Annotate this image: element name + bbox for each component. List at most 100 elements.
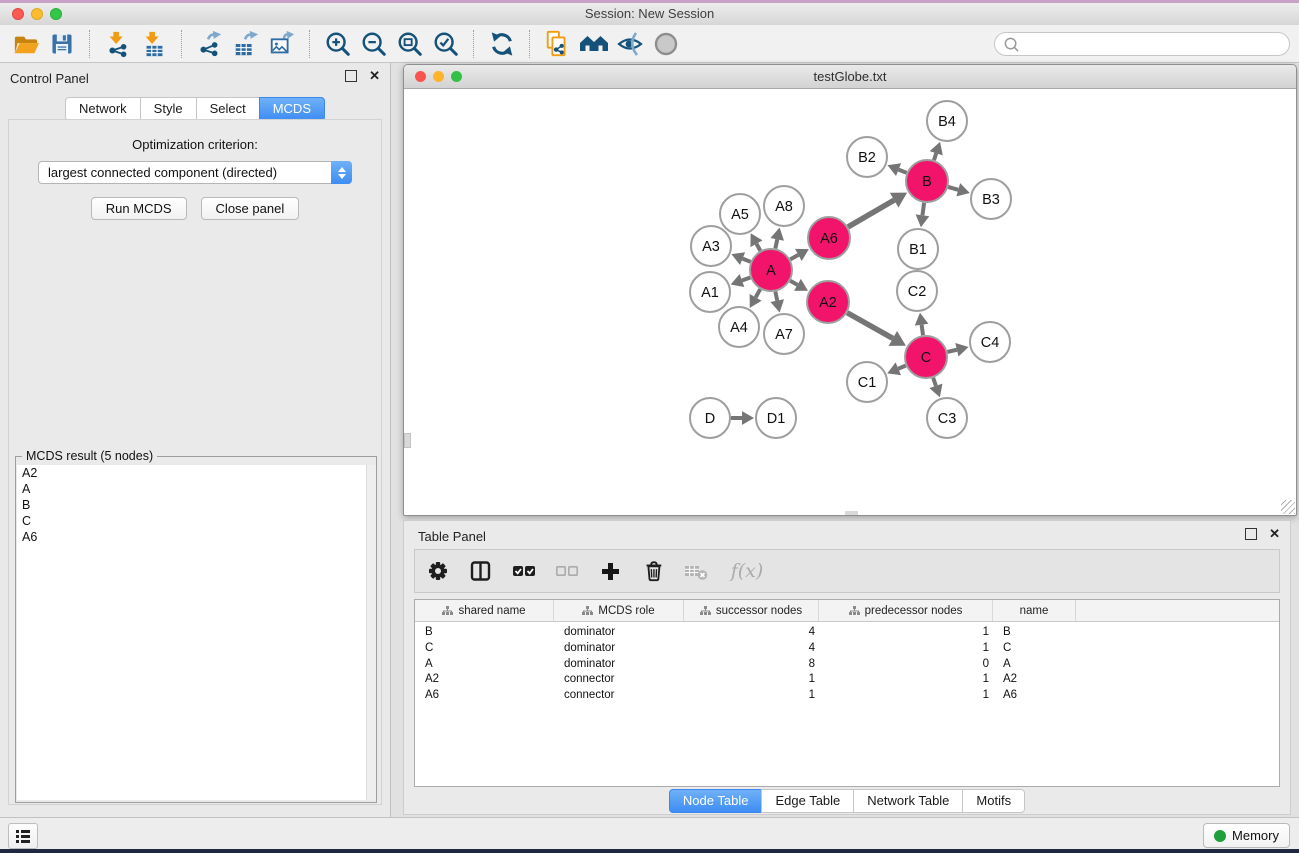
result-item[interactable]: B (17, 497, 375, 513)
column-header-MCDS-role[interactable]: MCDS role (554, 600, 684, 621)
export-network-button[interactable] (192, 28, 228, 60)
search-input[interactable] (1024, 36, 1289, 52)
table-row[interactable]: A2connector11A2 (415, 672, 1279, 688)
tab-edge-table[interactable]: Edge Table (761, 789, 854, 813)
table-cell[interactable]: A2 (415, 672, 554, 688)
table-row[interactable]: Adominator80A (415, 657, 1279, 673)
show-hide-panel-button[interactable] (648, 28, 684, 60)
network-view-window[interactable]: testGlobe.txt B4B2BB3A8A5A6A3B1AC2A1A2A4… (403, 64, 1297, 516)
table-cell[interactable]: A (993, 657, 1076, 673)
table-cell[interactable]: B (993, 625, 1076, 641)
table-cell[interactable]: A6 (993, 688, 1076, 704)
table-row[interactable]: Bdominator41B (415, 625, 1279, 641)
mcds-result-list[interactable]: A2ABCA6 (17, 465, 375, 800)
table-cell[interactable]: dominator (554, 625, 684, 641)
edge-A-A8[interactable] (775, 239, 777, 248)
import-network-button[interactable] (100, 28, 136, 60)
memory-button[interactable]: Memory (1203, 823, 1290, 848)
edge-C-C4[interactable] (947, 350, 956, 352)
column-header-name[interactable]: name (993, 600, 1076, 621)
export-table-button[interactable] (228, 28, 264, 60)
tab-node-table[interactable]: Node Table (669, 789, 763, 813)
new-network-from-selection-button[interactable] (540, 28, 576, 60)
criterion-select[interactable]: largest connected component (directed) (38, 161, 352, 184)
zoom-in-button[interactable] (320, 28, 356, 60)
zoom-selected-button[interactable] (428, 28, 464, 60)
table-cell[interactable]: dominator (554, 641, 684, 657)
edge-B-B4[interactable] (934, 153, 936, 160)
open-session-button[interactable] (8, 28, 44, 60)
network-graph[interactable]: B4B2BB3A8A5A6A3B1AC2A1A2A4A7C4CC1C3DD1 (404, 88, 1296, 515)
edge-A2-C[interactable] (847, 313, 893, 339)
zoom-window-button[interactable] (50, 8, 62, 20)
table-cell[interactable]: 1 (684, 672, 819, 688)
save-session-button[interactable] (44, 28, 80, 60)
table-cell[interactable]: B (415, 625, 554, 641)
column-header-shared-name[interactable]: shared name (415, 600, 554, 621)
column-visibility-button[interactable] (468, 558, 494, 584)
edge-A-A3[interactable] (743, 259, 751, 262)
network-window-titlebar[interactable]: testGlobe.txt (404, 65, 1296, 89)
edge-A-A4[interactable] (756, 289, 761, 297)
network-zoom-button[interactable] (451, 71, 462, 82)
zoom-out-button[interactable] (356, 28, 392, 60)
float-panel-icon[interactable] (1245, 528, 1257, 540)
network-close-button[interactable] (415, 71, 426, 82)
tab-network[interactable]: Network (65, 97, 141, 121)
column-header-successor-nodes[interactable]: successor nodes (684, 600, 819, 621)
result-item[interactable]: A6 (17, 529, 375, 545)
delete-table-button[interactable] (683, 558, 709, 584)
table-cell[interactable]: A2 (993, 672, 1076, 688)
close-panel-button[interactable]: Close panel (201, 197, 300, 220)
table-row[interactable]: Cdominator41C (415, 641, 1279, 657)
result-item[interactable]: A (17, 481, 375, 497)
result-item[interactable]: A2 (17, 465, 375, 481)
table-cell[interactable]: 1 (819, 625, 993, 641)
tab-mcds[interactable]: MCDS (259, 97, 325, 121)
edge-A-A5[interactable] (756, 244, 760, 251)
table-settings-button[interactable] (425, 558, 451, 584)
edge-B-B2[interactable] (899, 170, 907, 173)
tab-network-table[interactable]: Network Table (853, 789, 963, 813)
edge-B-B3[interactable] (948, 187, 958, 190)
run-mcds-button[interactable]: Run MCDS (91, 197, 187, 220)
window-resize-grip[interactable] (1281, 500, 1295, 514)
column-header-predecessor-nodes[interactable]: predecessor nodes (819, 600, 993, 621)
edge-A6-B[interactable] (848, 200, 894, 227)
table-cell[interactable]: A6 (415, 688, 554, 704)
table-cell[interactable]: connector (554, 672, 684, 688)
table-cell[interactable]: 1 (819, 641, 993, 657)
select-all-button[interactable] (511, 558, 537, 584)
table-cell[interactable]: 1 (819, 688, 993, 704)
search-field[interactable] (994, 32, 1290, 56)
graphics-details-button[interactable] (612, 28, 648, 60)
close-panel-icon[interactable]: ✕ (369, 70, 380, 82)
edge-B-B1[interactable] (922, 203, 924, 215)
float-panel-icon[interactable] (345, 70, 357, 82)
table-cell[interactable]: 4 (684, 625, 819, 641)
main-titlebar[interactable]: Session: New Session (0, 3, 1299, 26)
edge-A-A6[interactable] (790, 255, 798, 259)
deselect-all-button[interactable] (554, 558, 580, 584)
node-table[interactable]: shared nameMCDS rolesuccessor nodesprede… (414, 599, 1280, 787)
network-minimize-button[interactable] (433, 71, 444, 82)
edge-A-A2[interactable] (790, 281, 797, 285)
canvas-vscroll-thumb[interactable] (404, 433, 411, 448)
tab-motifs[interactable]: Motifs (962, 789, 1025, 813)
refresh-button[interactable] (484, 28, 520, 60)
table-cell[interactable]: 0 (819, 657, 993, 673)
canvas-hscroll-thumb[interactable] (845, 511, 858, 515)
table-cell[interactable]: 4 (684, 641, 819, 657)
table-row[interactable]: A6connector11A6 (415, 688, 1279, 704)
edge-C-C1[interactable] (898, 366, 905, 369)
edge-A-A7[interactable] (775, 292, 777, 301)
tab-style[interactable]: Style (140, 97, 197, 121)
minimize-window-button[interactable] (31, 8, 43, 20)
table-cell[interactable]: A (415, 657, 554, 673)
table-cell[interactable]: connector (554, 688, 684, 704)
zoom-fit-button[interactable] (392, 28, 428, 60)
task-history-button[interactable] (8, 823, 38, 849)
edge-C-C3[interactable] (933, 378, 936, 386)
table-cell[interactable]: C (993, 641, 1076, 657)
create-column-button[interactable] (597, 558, 623, 584)
